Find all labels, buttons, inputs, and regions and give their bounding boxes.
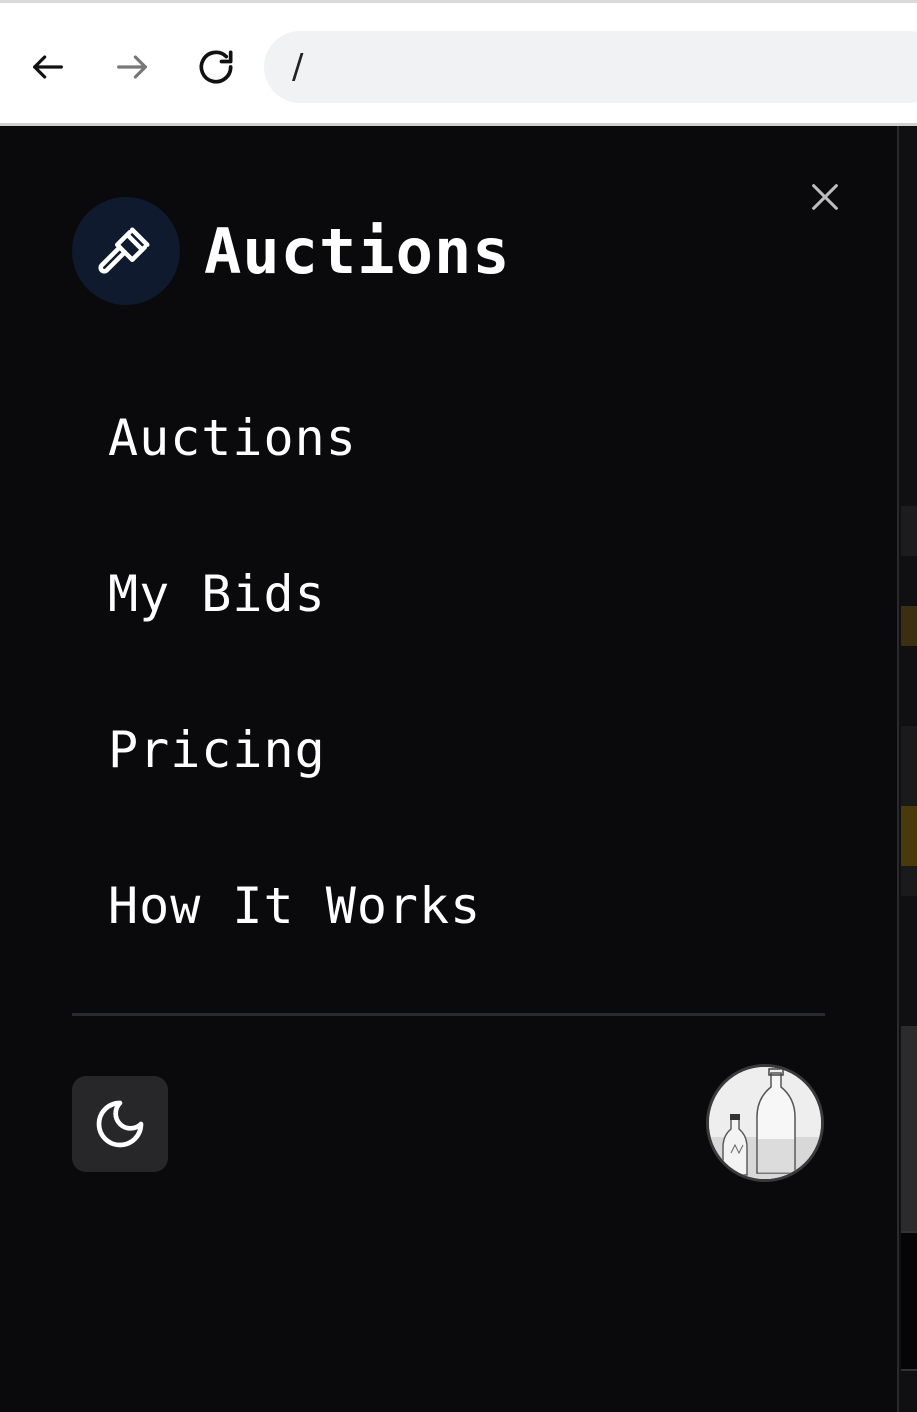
- page-fragment: [901, 1231, 917, 1371]
- address-bar[interactable]: /: [264, 31, 917, 103]
- gavel-icon: [98, 227, 150, 274]
- menu-item-how-it-works[interactable]: How It Works: [108, 876, 481, 1032]
- back-button[interactable]: [22, 41, 74, 93]
- forward-button[interactable]: [106, 41, 158, 93]
- moon-icon: [96, 1100, 144, 1148]
- page-fragment: [901, 506, 917, 556]
- drawer-menu: Auctions My Bids Pricing How It Works: [108, 408, 481, 1032]
- reload-button[interactable]: [190, 41, 242, 93]
- arrow-left-icon: [33, 55, 63, 79]
- close-button[interactable]: [800, 172, 850, 222]
- reload-icon: [199, 50, 233, 84]
- menu-item-my-bids[interactable]: My Bids: [108, 564, 481, 720]
- brand-logo: [72, 197, 180, 305]
- close-icon: [812, 184, 838, 210]
- divider: [72, 1013, 825, 1016]
- page-fragment: [901, 806, 917, 866]
- theme-toggle-button[interactable]: [72, 1076, 168, 1172]
- page-fragment: [901, 606, 917, 646]
- arrow-right-icon: [117, 55, 147, 79]
- url-text: /: [292, 47, 304, 87]
- user-avatar[interactable]: [706, 1064, 824, 1182]
- avatar-image: [709, 1067, 821, 1179]
- brand[interactable]: Auctions: [72, 197, 511, 305]
- underlying-page: [897, 126, 917, 1412]
- page-fragment: [901, 1026, 917, 1236]
- menu-item-pricing[interactable]: Pricing: [108, 720, 481, 876]
- browser-toolbar: /: [0, 0, 917, 126]
- menu-item-auctions[interactable]: Auctions: [108, 408, 481, 564]
- brand-title: Auctions: [204, 214, 511, 288]
- mobile-nav-drawer: Auctions Auctions My Bids Pricing How It…: [0, 126, 897, 1412]
